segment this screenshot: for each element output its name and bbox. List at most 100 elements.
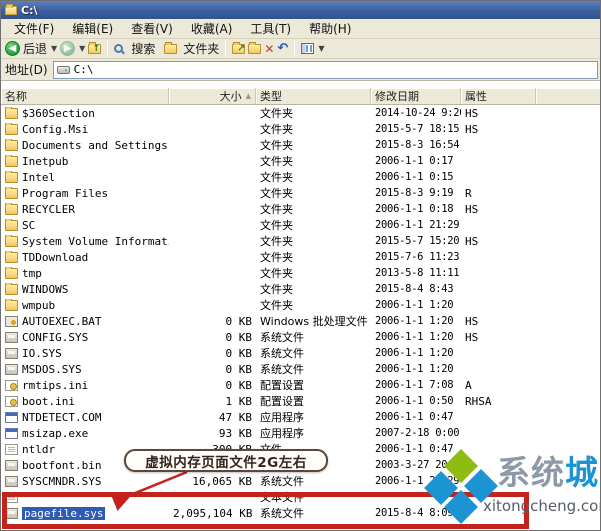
title-bar[interactable]: C:\ [1, 1, 600, 19]
back-button-label[interactable]: 后退 [23, 40, 47, 57]
folder-icon [5, 170, 18, 183]
file-attributes: HS [465, 314, 479, 328]
file-name[interactable]: Documents and Settings [22, 139, 168, 152]
forward-icon[interactable]: ▶ [60, 41, 76, 56]
file-name[interactable]: Config.Msi [22, 123, 88, 136]
file-name[interactable]: NTDETECT.COM [22, 411, 101, 424]
menu-item[interactable]: 收藏(A) [182, 19, 242, 38]
file-name[interactable]: Inetpub [22, 155, 68, 168]
file-name[interactable]: SC [22, 219, 35, 232]
file-icon [5, 443, 18, 455]
folders-icon[interactable] [164, 41, 178, 54]
views-dropdown-icon[interactable]: ▼ [318, 44, 324, 53]
file-name[interactable]: tmp [22, 267, 42, 280]
table-row[interactable]: boot.ini 1 KB 配置设置 2006-1-1 0:50 RHSA [1, 393, 600, 409]
table-row[interactable]: $360Section 文件夹 2014-10-24 9:20 HS [1, 105, 600, 121]
table-row[interactable]: WINDOWS 文件夹 2015-8-4 8:43 [1, 281, 600, 297]
file-date: 2013-5-8 11:11 [375, 267, 460, 279]
folder-icon [5, 122, 18, 135]
table-row[interactable]: msizap.exe 93 KB 应用程序 2007-2-18 0:00 [1, 425, 600, 441]
file-date: 2006-1-1 1:20 [375, 299, 454, 311]
table-row[interactable]: SC 文件夹 2006-1-1 21:29 [1, 217, 600, 233]
folder-icon [5, 106, 18, 119]
search-button-label[interactable]: 搜索 [131, 40, 155, 57]
menu-item[interactable]: 帮助(H) [300, 19, 360, 38]
file-type: 系统文件 [260, 331, 304, 344]
column-header-name[interactable]: 名称 [1, 88, 169, 104]
back-icon[interactable]: ◀ [5, 41, 20, 56]
menu-item[interactable]: 文件(F) [5, 19, 63, 38]
file-date: 2015-8-4 8:09 [375, 507, 454, 519]
file-date: 2006-1-1 1:20 [375, 331, 454, 343]
table-row[interactable]: rmtips.ini 0 KB 配置设置 2006-1-1 7:08 A [1, 377, 600, 393]
table-row[interactable]: pagefile.sys 2,095,104 KB 系统文件 2015-8-4 8:0… [1, 505, 600, 521]
file-name[interactable]: bootfont.bin [22, 459, 101, 472]
table-row[interactable]: Program Files 文件夹 2015-8-3 9:19 R [1, 185, 600, 201]
file-type: 文件夹 [260, 171, 293, 184]
forward-dropdown-icon[interactable]: ▼ [79, 44, 85, 53]
file-name[interactable]: AUTOEXEC.BAT [22, 315, 101, 328]
file-name[interactable]: pagefile.sys [22, 506, 106, 520]
menu-item[interactable]: 查看(V) [122, 19, 182, 38]
table-row[interactable]: TDDownload 文件夹 2015-7-6 11:23 [1, 249, 600, 265]
file-name[interactable]: TDDownload [22, 251, 88, 264]
table-row[interactable]: MSDOS.SYS 0 KB 系统文件 2006-1-1 1:20 [1, 361, 600, 377]
table-row[interactable]: NTDETECT.COM 47 KB 应用程序 2006-1-1 0:47 [1, 409, 600, 425]
file-name[interactable]: boot.ini [22, 395, 75, 408]
menu-item[interactable]: 编辑(E) [63, 19, 122, 38]
menu-item[interactable]: 工具(T) [241, 19, 300, 38]
file-name[interactable]: Intel [22, 171, 55, 184]
move-to-icon[interactable]: ↗ [232, 41, 246, 54]
undo-icon[interactable]: ↶ [277, 41, 288, 56]
column-header-attr[interactable]: 属性 [461, 88, 536, 104]
file-name[interactable]: System Volume Information [22, 235, 169, 248]
table-row[interactable]: Documents and Settings 文件夹 2015-8-3 16:54 [1, 137, 600, 153]
column-header-date[interactable]: 修改日期 [371, 88, 461, 104]
system-file-icon [5, 475, 18, 487]
file-name[interactable]: MSDOS.SYS [22, 363, 82, 376]
search-icon[interactable] [114, 44, 124, 53]
table-row[interactable]: 文本文件 [1, 489, 600, 505]
file-name[interactable]: msizap.exe [22, 427, 88, 440]
file-date: 2006-1-1 0:17 [375, 155, 454, 167]
table-row[interactable]: Inetpub 文件夹 2006-1-1 0:17 [1, 153, 600, 169]
file-type: Windows 批处理文件 [260, 315, 368, 328]
file-name[interactable]: wmpub [22, 299, 55, 312]
table-row[interactable]: IO.SYS 0 KB 系统文件 2006-1-1 1:20 [1, 345, 600, 361]
delete-icon[interactable]: ✕ [264, 42, 274, 56]
address-input[interactable]: C:\ [52, 60, 598, 79]
annotation-text: 虚拟内存页面文件2G左右 [145, 454, 307, 471]
file-type: 应用程序 [260, 411, 304, 424]
table-row[interactable]: tmp 文件夹 2013-5-8 11:11 [1, 265, 600, 281]
table-row[interactable]: CONFIG.SYS 0 KB 系统文件 2006-1-1 1:20 HS [1, 329, 600, 345]
folders-button-label[interactable]: 文件夹 [183, 40, 219, 57]
back-dropdown-icon[interactable]: ▼ [51, 44, 57, 53]
table-row[interactable]: Intel 文件夹 2006-1-1 0:15 [1, 169, 600, 185]
table-row[interactable]: RECYCLER 文件夹 2006-1-1 0:18 HS [1, 201, 600, 217]
file-attributes: HS [465, 202, 479, 216]
file-attributes: R [465, 186, 472, 200]
file-name[interactable]: WINDOWS [22, 283, 68, 296]
column-header-size[interactable]: 大小 ▲ [169, 88, 256, 104]
table-row[interactable]: SYSCMNDR.SYS 16,065 KB 系统文件 2006-1-1 21:29 [1, 473, 600, 489]
file-name[interactable]: rmtips.ini [22, 379, 88, 392]
column-header-type[interactable]: 类型 [256, 88, 371, 104]
file-name[interactable]: ntldr [22, 443, 55, 456]
file-type: 配置设置 [260, 379, 304, 392]
file-name[interactable]: IO.SYS [22, 347, 62, 360]
up-icon[interactable]: ↑ [88, 41, 102, 54]
window-title: C:\ [21, 3, 38, 17]
file-name[interactable]: $360Section [22, 107, 95, 120]
copy-to-icon[interactable] [248, 41, 262, 54]
file-name[interactable]: Program Files [22, 187, 108, 200]
file-name[interactable]: SYSCMNDR.SYS [22, 475, 101, 488]
table-row[interactable]: Config.Msi 文件夹 2015-5-7 18:15 HS [1, 121, 600, 137]
table-row[interactable]: System Volume Information 文件夹 2015-5-7 15:… [1, 233, 600, 249]
file-name[interactable]: RECYCLER [22, 203, 75, 216]
toolbar-separator [294, 40, 296, 57]
table-row[interactable]: AUTOEXEC.BAT 0 KB Windows 批处理文件 2006-1-1 1:… [1, 313, 600, 329]
file-name[interactable]: CONFIG.SYS [22, 331, 88, 344]
table-row[interactable]: wmpub 文件夹 2006-1-1 1:20 [1, 297, 600, 313]
views-icon[interactable] [301, 43, 315, 54]
system-file-icon [5, 331, 18, 343]
